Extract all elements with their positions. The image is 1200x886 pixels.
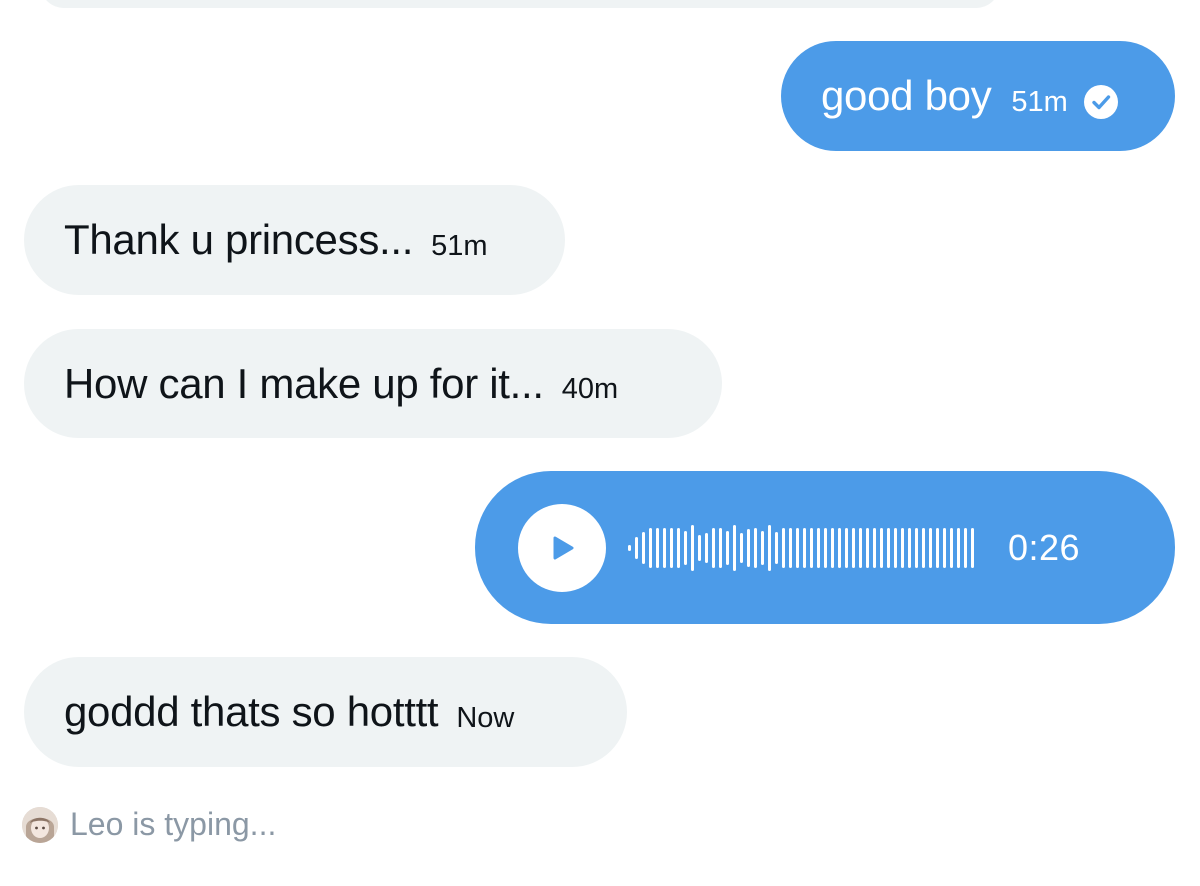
message-text: goddd thats so hotttt: [64, 688, 439, 735]
waveform-bar: [726, 530, 729, 565]
waveform-bar: [922, 527, 925, 568]
waveform-bar: [971, 527, 974, 568]
waveform-bar: [810, 527, 813, 568]
waveform-bar: [719, 527, 722, 568]
voice-duration: 0:26: [1008, 526, 1081, 568]
play-icon: [553, 536, 574, 559]
waveform-bar: [957, 527, 960, 568]
waveform-bar: [649, 527, 652, 568]
typing-status-text: Leo is typing...: [70, 806, 277, 842]
message-bubble-incoming[interactable]: How can I make up for it... 40m: [24, 329, 722, 438]
waveform-bar: [838, 527, 841, 568]
message-text: Thank u princess...: [64, 216, 414, 263]
waveform-bar: [866, 527, 869, 568]
waveform-bar: [964, 527, 967, 568]
waveform-bar: [782, 527, 785, 568]
waveform-bar: [775, 531, 778, 564]
waveform-bar: [936, 527, 939, 568]
waveform-bar: [894, 527, 897, 568]
waveform-bar: [761, 530, 764, 565]
waveform-bar: [663, 527, 666, 568]
message-text: How can I make up for it...: [64, 359, 544, 407]
previous-message-bubble[interactable]: [40, 0, 1000, 8]
waveform-bar: [929, 527, 932, 568]
waveform-bar: [691, 524, 694, 571]
waveform-bar: [712, 527, 715, 568]
message-bubble-incoming[interactable]: Thank u princess... 51m: [24, 185, 565, 295]
waveform-bar: [677, 527, 680, 568]
message-timestamp: 40m: [561, 373, 619, 405]
waveform-bar: [880, 527, 883, 568]
waveform-bar: [796, 527, 799, 568]
typing-indicator: Leo is typing...: [22, 806, 276, 843]
waveform-bar: [747, 528, 750, 567]
waveform-bar: [635, 536, 638, 559]
waveform-bar: [852, 527, 855, 568]
waveform-bar: [845, 527, 848, 568]
message-timestamp: 51m: [1011, 85, 1068, 118]
sent-check-icon: [1083, 85, 1118, 119]
message-timestamp: Now: [456, 701, 515, 734]
waveform-bar: [698, 534, 701, 561]
waveform-bar: [705, 532, 708, 563]
waveform-bar: [803, 527, 806, 568]
message-bubble-outgoing[interactable]: good boy 51m: [781, 41, 1175, 151]
waveform-bar: [754, 527, 757, 568]
waveform-bar: [901, 527, 904, 568]
play-button[interactable]: [518, 503, 606, 592]
message-text: good boy: [821, 72, 992, 119]
waveform-bar: [950, 527, 953, 568]
waveform-bar: [656, 527, 659, 568]
waveform-bar: [915, 527, 918, 568]
waveform-bar: [831, 527, 834, 568]
message-bubble-incoming[interactable]: goddd thats so hotttt Now: [24, 657, 627, 767]
waveform-bar: [824, 527, 827, 568]
message-timestamp: 51m: [431, 229, 488, 262]
waveform-bar: [873, 527, 876, 568]
waveform-bar: [908, 527, 911, 568]
waveform-bar: [628, 544, 631, 551]
waveform-bar: [817, 527, 820, 568]
waveform-bar: [789, 527, 792, 568]
waveform-bar: [642, 531, 645, 564]
voice-message-bubble[interactable]: 0:26: [475, 471, 1175, 624]
waveform-bar: [943, 527, 946, 568]
waveform-bar: [887, 527, 890, 568]
audio-waveform[interactable]: [628, 518, 978, 578]
waveform-bar: [768, 524, 771, 571]
avatar[interactable]: [22, 806, 58, 843]
waveform-bar: [740, 532, 743, 563]
waveform-bar: [670, 527, 673, 568]
waveform-bar: [733, 524, 736, 571]
waveform-bar: [684, 530, 687, 565]
waveform-bar: [859, 527, 862, 568]
